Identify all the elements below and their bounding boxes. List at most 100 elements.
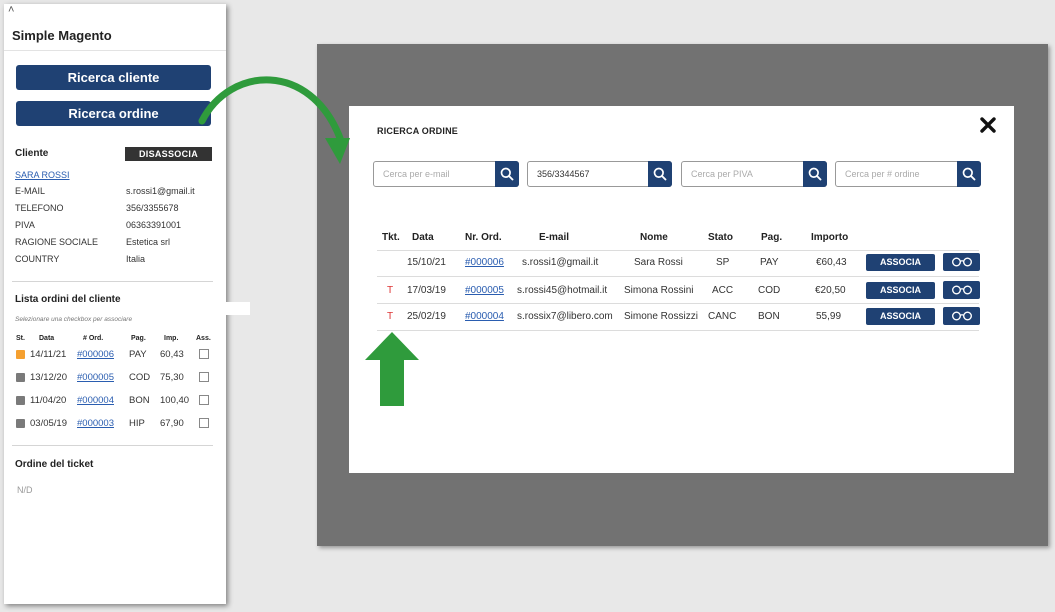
collapse-icon[interactable]: ˄ xyxy=(8,4,14,16)
col-header-date: Data xyxy=(412,232,434,243)
order-number-link[interactable]: #000005 xyxy=(465,285,504,296)
field-label: TELEFONO xyxy=(15,203,64,213)
field-value: Estetica srl xyxy=(126,237,171,247)
order-amount: 60,43 xyxy=(160,349,184,360)
orders-hint: Selezionare una checkbox per associare xyxy=(15,316,133,323)
order-number-link[interactable]: #000006 xyxy=(465,257,504,268)
glasses-icon[interactable] xyxy=(943,281,980,299)
field-label: PIVA xyxy=(15,220,35,230)
col-header-name: Nome xyxy=(640,232,668,243)
col-header-order: Nr. Ord. xyxy=(465,232,502,243)
order-date: 15/10/21 xyxy=(407,257,446,268)
customer-section-label: Cliente xyxy=(15,148,49,159)
customer-field-row: PIVA 06363391001 xyxy=(15,220,215,232)
col-header-date: Data xyxy=(39,335,55,342)
order-row: 14/11/21 #000006 PAY 60,43 xyxy=(15,348,215,362)
status-indicator xyxy=(16,350,25,359)
order-row: 11/04/20 #000004 BON 100,40 xyxy=(15,394,215,408)
field-value: 06363391001 xyxy=(126,220,182,230)
close-icon[interactable] xyxy=(978,115,998,135)
curved-arrow-icon xyxy=(198,76,350,164)
search-icon[interactable] xyxy=(495,161,519,187)
order-number-link[interactable]: #000004 xyxy=(77,395,114,406)
ticket-flag: T xyxy=(387,311,394,322)
order-amount: 100,40 xyxy=(160,395,190,406)
associate-checkbox[interactable] xyxy=(199,395,209,405)
ticket-order-value: N/D xyxy=(17,485,33,495)
field-value: Italia xyxy=(126,254,146,264)
divider xyxy=(4,50,226,51)
order-amount: 75,30 xyxy=(160,372,184,383)
search-icon[interactable] xyxy=(957,161,981,187)
up-arrow-icon xyxy=(365,332,419,406)
glasses-icon[interactable] xyxy=(943,253,980,271)
table-row: 15/10/21 #000006 s.rossi1@gmail.it Sara … xyxy=(349,253,1014,273)
col-header-payment: Pag. xyxy=(761,232,783,243)
col-header-amount: Imp. xyxy=(164,335,179,342)
search-icon[interactable] xyxy=(803,161,827,187)
order-customer-name: Simona Rossini xyxy=(624,285,694,296)
customer-field-row: COUNTRY Italia xyxy=(15,254,215,266)
order-date: 11/04/20 xyxy=(30,395,67,406)
field-value: s.rossi1@gmail.it xyxy=(126,186,195,196)
associate-checkbox[interactable] xyxy=(199,418,209,428)
field-value: 356/3355678 xyxy=(126,203,179,213)
status-indicator xyxy=(16,396,25,405)
table-row: T 17/03/19 #000005 s.rossi45@hotmail.it … xyxy=(349,281,1014,301)
divider xyxy=(377,303,979,304)
order-number-link[interactable]: #000005 xyxy=(77,372,114,383)
order-payment: PAY xyxy=(760,257,779,268)
status-indicator xyxy=(16,419,25,428)
col-header-order: # Ord. xyxy=(83,335,104,342)
search-icon[interactable] xyxy=(648,161,672,187)
order-email: s.rossi45@hotmail.it xyxy=(517,285,608,296)
divider xyxy=(12,445,213,446)
associate-button[interactable]: ASSOCIA xyxy=(866,308,935,325)
divider xyxy=(377,330,979,331)
associate-button[interactable]: ASSOCIA xyxy=(866,254,935,271)
customer-name-link[interactable]: SARA ROSSI xyxy=(15,170,70,180)
orders-section-label: Lista ordini del cliente xyxy=(15,294,121,305)
search-order-button[interactable]: Ricerca ordine xyxy=(16,101,211,126)
glasses-icon[interactable] xyxy=(943,307,980,325)
order-date: 17/03/19 xyxy=(407,285,446,296)
search-customer-button[interactable]: Ricerca cliente xyxy=(16,65,211,90)
col-header-status: St. xyxy=(16,335,25,342)
order-number-link[interactable]: #000004 xyxy=(465,311,504,322)
field-label: RAGIONE SOCIALE xyxy=(15,237,99,247)
divider xyxy=(12,281,213,282)
order-payment: COD xyxy=(758,285,781,296)
order-number-link[interactable]: #000003 xyxy=(77,418,114,429)
order-amount: 67,90 xyxy=(160,418,184,429)
order-search-modal: RICERCA ORDINE Tkt. Data Nr. Ord. E-mail… xyxy=(349,106,1014,473)
email-search xyxy=(373,161,519,187)
phone-search xyxy=(527,161,672,187)
order-row: 03/05/19 #000003 HIP 67,90 xyxy=(15,417,215,431)
order-amount: €60,43 xyxy=(816,257,847,268)
modal-title: RICERCA ORDINE xyxy=(377,126,458,136)
blank-patch xyxy=(226,302,250,315)
order-row: 13/12/20 #000005 COD 75,30 xyxy=(15,371,215,385)
field-label: E-MAIL xyxy=(15,186,46,196)
divider xyxy=(377,250,979,251)
order-number-link[interactable]: #000006 xyxy=(77,349,114,360)
order-payment: BON xyxy=(758,311,780,322)
associate-button[interactable]: ASSOCIA xyxy=(866,282,935,299)
order-payment: PAY xyxy=(129,349,147,360)
associate-checkbox[interactable] xyxy=(199,372,209,382)
order-status: ACC xyxy=(712,285,734,296)
divider xyxy=(377,276,979,277)
order-customer-name: Sara Rossi xyxy=(634,257,683,268)
associate-checkbox[interactable] xyxy=(199,349,209,359)
customer-field-row: TELEFONO 356/3355678 xyxy=(15,203,215,215)
app-title: Simple Magento xyxy=(12,28,112,43)
customer-field-row: RAGIONE SOCIALE Estetica srl xyxy=(15,237,215,249)
order-status: CANC xyxy=(708,311,737,322)
order-payment: BON xyxy=(129,395,150,406)
order-amount: €20,50 xyxy=(815,285,846,296)
table-row: T 25/02/19 #000004 s.rossix7@libero.com … xyxy=(349,307,1014,327)
col-header-payment: Pag. xyxy=(131,335,146,342)
col-header-associate: Ass. xyxy=(196,335,211,342)
col-header-status: Stato xyxy=(708,232,733,243)
col-header-ticket: Tkt. xyxy=(382,232,400,243)
